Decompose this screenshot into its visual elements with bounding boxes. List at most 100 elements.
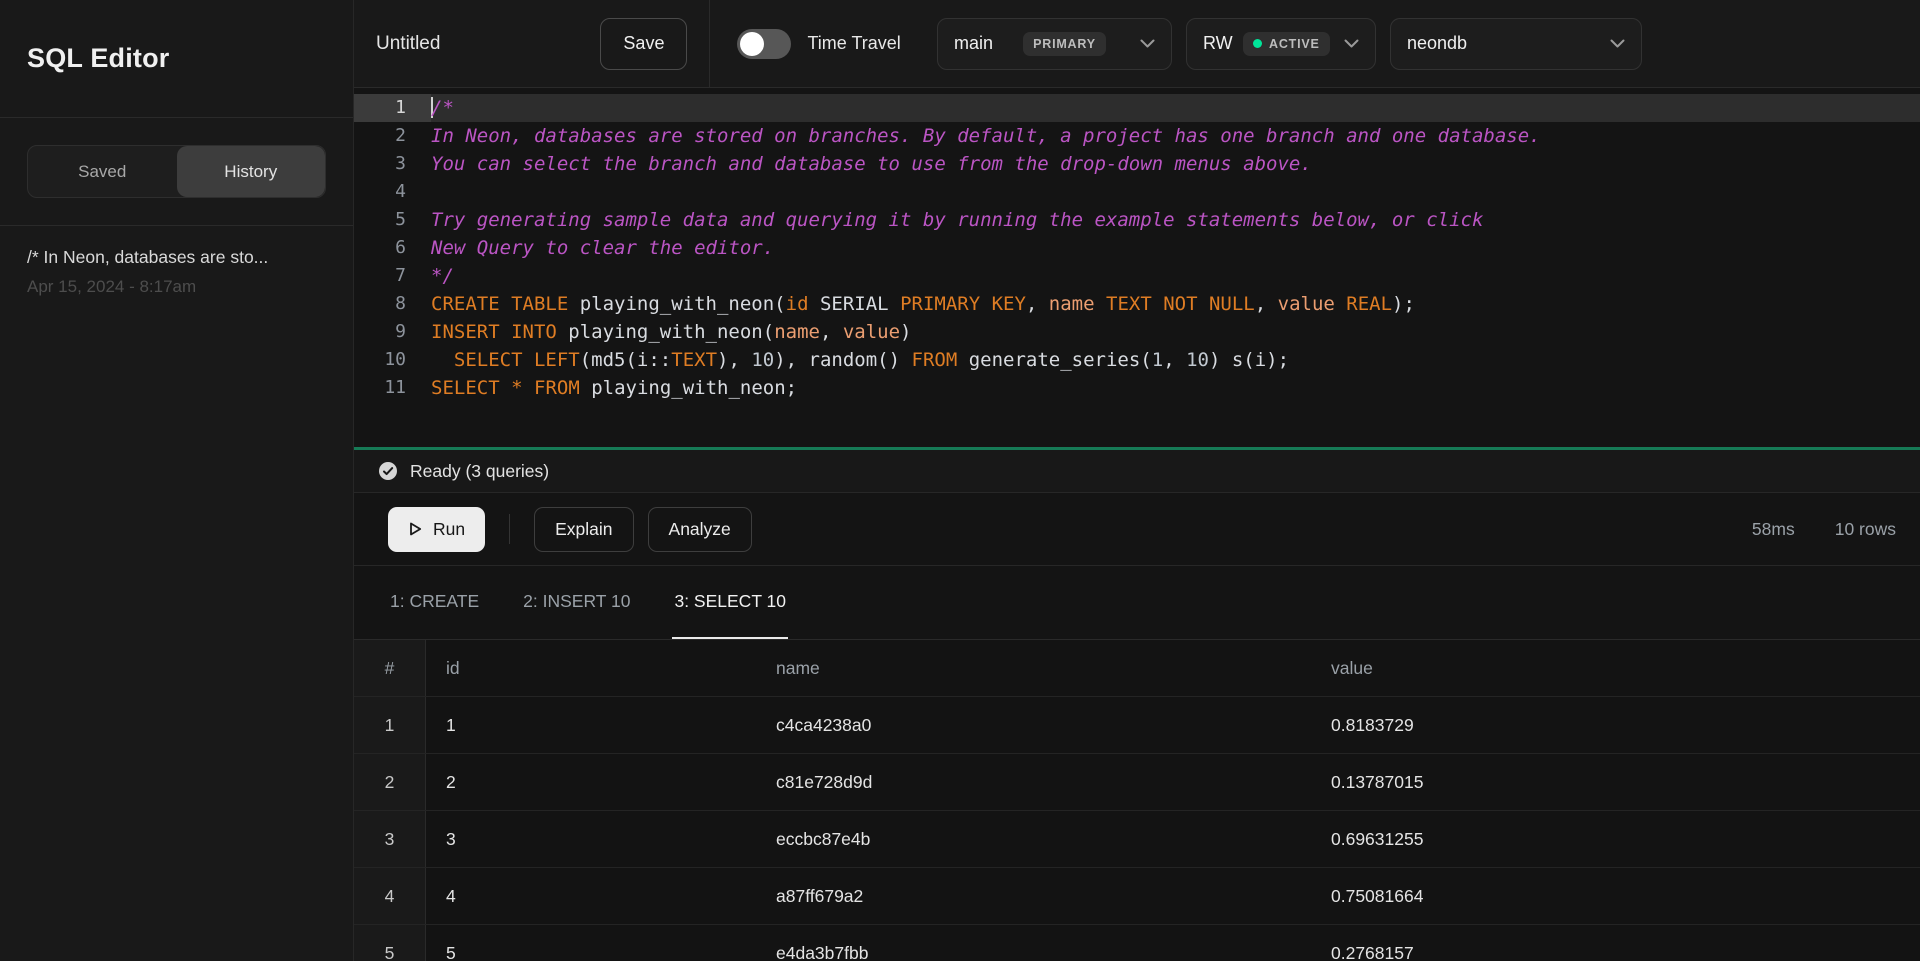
line-number: 3 xyxy=(354,150,431,178)
code-content: SELECT LEFT(md5(i::TEXT), 10), random() … xyxy=(431,346,1289,374)
chevron-down-icon xyxy=(1140,39,1155,48)
sidebar: SQL Editor SavedHistory /* In Neon, data… xyxy=(0,0,354,961)
table-cell: c4ca4238a0 xyxy=(756,697,1311,753)
topbar-divider xyxy=(709,0,710,88)
time-travel-toggle[interactable] xyxy=(737,29,791,59)
table-row[interactable]: 44a87ff679a20.75081664 xyxy=(354,868,1920,925)
database-select[interactable]: neondb xyxy=(1390,18,1642,70)
code-line[interactable]: 3You can select the branch and database … xyxy=(354,150,1920,178)
code-content: SELECT * FROM playing_with_neon; xyxy=(431,374,797,402)
query-title: Untitled xyxy=(376,33,440,55)
saved-history-segmented-control: SavedHistory xyxy=(27,145,326,198)
results-table: #idnamevalue11c4ca4238a00.818372922c81e7… xyxy=(354,640,1920,961)
table-row[interactable]: 55e4da3b7fbb0.2768157 xyxy=(354,925,1920,961)
compute-status-badge: ACTIVE xyxy=(1243,32,1330,56)
line-number: 4 xyxy=(354,178,431,206)
sql-code-editor[interactable]: 1/*2In Neon, databases are stored on bra… xyxy=(354,88,1920,447)
table-cell: eccbc87e4b xyxy=(756,811,1311,867)
actions-bar: Run Explain Analyze 58ms 10 rows xyxy=(354,493,1920,566)
row-number: 1 xyxy=(354,697,426,753)
code-line[interactable]: 8CREATE TABLE playing_with_neon(id SERIA… xyxy=(354,290,1920,318)
line-number: 10 xyxy=(354,346,431,374)
history-list: /* In Neon, databases are sto... Apr 15, … xyxy=(0,226,353,317)
line-number: 8 xyxy=(354,290,431,318)
code-content: CREATE TABLE playing_with_neon(id SERIAL… xyxy=(431,290,1415,318)
chevron-down-icon xyxy=(1610,39,1625,48)
table-cell: e4da3b7fbb xyxy=(756,925,1311,961)
table-cell: c81e728d9d xyxy=(756,754,1311,810)
row-number: 3 xyxy=(354,811,426,867)
compute-select[interactable]: RW ACTIVE xyxy=(1186,18,1376,70)
table-header-cell: # xyxy=(354,640,426,696)
code-line[interactable]: 4 xyxy=(354,178,1920,206)
code-line[interactable]: 6New Query to clear the editor. xyxy=(354,234,1920,262)
table-header-cell: id xyxy=(426,640,756,696)
query-duration: 58ms xyxy=(1752,519,1795,540)
sidebar-header: SQL Editor xyxy=(0,0,353,118)
code-line[interactable]: 7*/ xyxy=(354,262,1920,290)
sidebar-tab-history[interactable]: History xyxy=(177,146,326,197)
analyze-button[interactable]: Analyze xyxy=(648,507,752,552)
code-line[interactable]: 10 SELECT LEFT(md5(i::TEXT), 10), random… xyxy=(354,346,1920,374)
code-content: INSERT INTO playing_with_neon(name, valu… xyxy=(431,318,912,346)
ready-check-icon xyxy=(378,461,398,481)
explain-button[interactable]: Explain xyxy=(534,507,633,552)
table-row[interactable]: 33eccbc87e4b0.69631255 xyxy=(354,811,1920,868)
result-tab-1-create[interactable]: 1: CREATE xyxy=(388,566,481,639)
code-line[interactable]: 2In Neon, databases are stored on branch… xyxy=(354,122,1920,150)
history-item[interactable]: /* In Neon, databases are sto... Apr 15, … xyxy=(27,246,326,297)
status-message: Ready (3 queries) xyxy=(410,461,549,482)
table-cell: 0.8183729 xyxy=(1311,697,1920,753)
line-number: 2 xyxy=(354,122,431,150)
line-number: 6 xyxy=(354,234,431,262)
row-number: 5 xyxy=(354,925,426,961)
result-tab-2-insert-10[interactable]: 2: INSERT 10 xyxy=(521,566,632,639)
code-line[interactable]: 11SELECT * FROM playing_with_neon; xyxy=(354,374,1920,402)
branch-primary-badge: PRIMARY xyxy=(1023,32,1106,56)
table-header-cell: value xyxy=(1311,640,1920,696)
row-number: 4 xyxy=(354,868,426,924)
result-tab-3-select-10[interactable]: 3: SELECT 10 xyxy=(672,566,788,639)
table-cell: a87ff679a2 xyxy=(756,868,1311,924)
table-cell: 0.2768157 xyxy=(1311,925,1920,961)
code-content: /* xyxy=(431,94,454,122)
table-row[interactable]: 22c81e728d9d0.13787015 xyxy=(354,754,1920,811)
history-item-timestamp: Apr 15, 2024 - 8:17am xyxy=(27,277,326,297)
topbar: Untitled Save Time Travel main PRIMARY R… xyxy=(354,0,1920,88)
run-button-label: Run xyxy=(433,519,465,540)
table-cell: 0.13787015 xyxy=(1311,754,1920,810)
query-metrics: 58ms 10 rows xyxy=(1752,519,1896,540)
code-line[interactable]: 5Try generating sample data and querying… xyxy=(354,206,1920,234)
topbar-selects: main PRIMARY RW ACTIVE xyxy=(937,18,1642,70)
table-cell: 0.75081664 xyxy=(1311,868,1920,924)
sidebar-tab-saved[interactable]: Saved xyxy=(28,146,177,197)
code-content: In Neon, databases are stored on branche… xyxy=(431,122,1541,150)
code-line[interactable]: 9INSERT INTO playing_with_neon(name, val… xyxy=(354,318,1920,346)
table-cell: 4 xyxy=(426,868,756,924)
code-content: Try generating sample data and querying … xyxy=(431,206,1483,234)
run-button[interactable]: Run xyxy=(388,507,485,552)
table-row[interactable]: 11c4ca4238a00.8183729 xyxy=(354,697,1920,754)
compute-mode: RW xyxy=(1203,33,1233,54)
chevron-down-icon xyxy=(1344,39,1359,48)
history-item-title: /* In Neon, databases are sto... xyxy=(27,246,326,269)
table-cell: 1 xyxy=(426,697,756,753)
row-number: 2 xyxy=(354,754,426,810)
page-title: SQL Editor xyxy=(27,43,170,74)
result-tabs: 1: CREATE 2: INSERT 10 3: SELECT 10 xyxy=(354,566,1920,640)
play-icon xyxy=(408,521,423,537)
table-header-cell: name xyxy=(756,640,1311,696)
line-number: 5 xyxy=(354,206,431,234)
app: SQL Editor SavedHistory /* In Neon, data… xyxy=(0,0,1920,961)
status-bar: Ready (3 queries) xyxy=(354,450,1920,493)
table-cell: 2 xyxy=(426,754,756,810)
save-button[interactable]: Save xyxy=(600,18,687,70)
line-number: 9 xyxy=(354,318,431,346)
table-cell: 5 xyxy=(426,925,756,961)
compute-status-label: ACTIVE xyxy=(1269,37,1320,51)
code-line[interactable]: 1/* xyxy=(354,94,1920,122)
branch-select[interactable]: main PRIMARY xyxy=(937,18,1172,70)
table-cell: 3 xyxy=(426,811,756,867)
table-cell: 0.69631255 xyxy=(1311,811,1920,867)
line-number: 7 xyxy=(354,262,431,290)
